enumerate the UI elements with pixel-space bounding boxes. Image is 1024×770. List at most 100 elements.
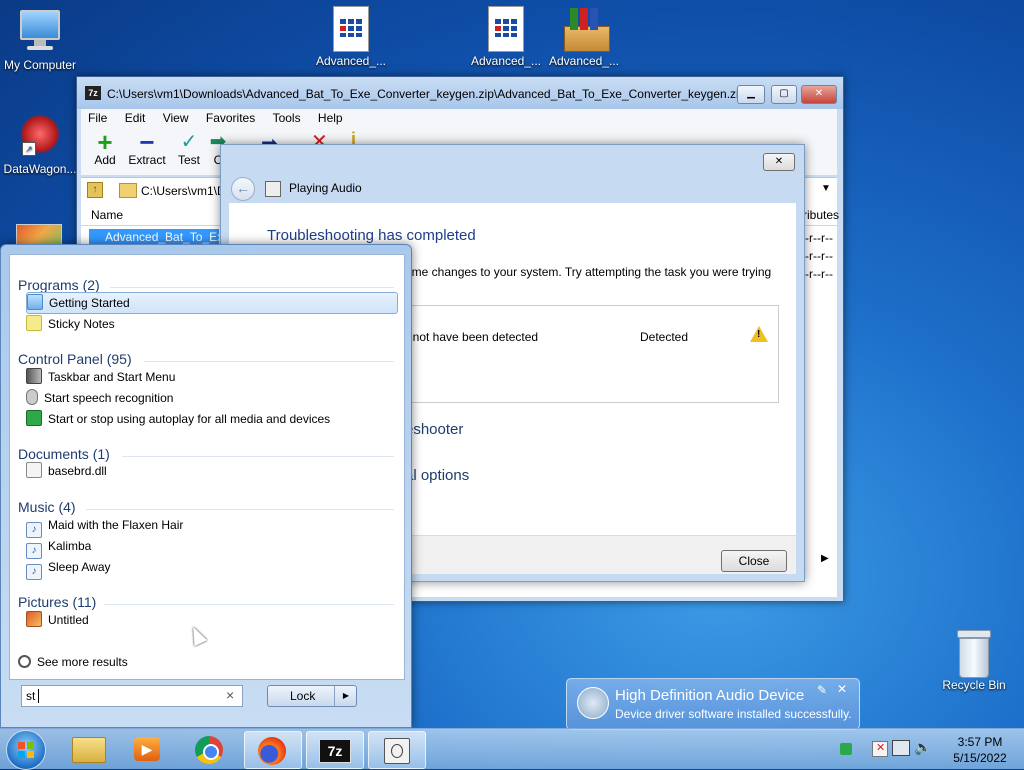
- desktop-icon-label: Advanced_...: [548, 54, 620, 68]
- taskbar-settings-icon: [26, 368, 42, 384]
- clock-date[interactable]: 5/15/2022: [950, 751, 1010, 765]
- taskbar-chrome[interactable]: [182, 731, 238, 767]
- add-button[interactable]: + Add: [83, 127, 127, 167]
- category-control-panel[interactable]: Control Panel (95): [18, 351, 132, 367]
- file-attr: -r--r--: [805, 267, 833, 281]
- desktop-icon-label: Advanced_...: [470, 54, 542, 68]
- issue-box: t not have been detected Detected !: [401, 305, 779, 403]
- close-dialog-button[interactable]: Close: [721, 550, 787, 572]
- minimize-button[interactable]: ▁: [737, 85, 765, 104]
- plus-icon: +: [97, 127, 113, 157]
- desktop-icon-label: Recycle Bin: [942, 678, 1006, 692]
- file-row-selected[interactable]: Advanced_Bat_To_Exe: [89, 229, 230, 245]
- address-dropdown-icon[interactable]: ▼: [821, 183, 831, 194]
- column-attributes[interactable]: ributes: [803, 208, 839, 222]
- search-results-pane: Programs (2) Getting Started Sticky Note…: [9, 254, 405, 680]
- troubleshooter-description: ome changes to your system. Try attempti…: [405, 265, 772, 279]
- category-documents[interactable]: Documents (1): [18, 446, 110, 462]
- action-center-flag-icon[interactable]: ✕: [872, 741, 888, 757]
- result-kalimba[interactable]: ♪ Kalimba: [26, 536, 396, 559]
- desktop-icon-advanced-2[interactable]: Advanced_...: [466, 6, 546, 68]
- sevenzip-app-icon: 7z: [85, 86, 101, 100]
- start-search-input[interactable]: st ×: [21, 685, 243, 707]
- category-music[interactable]: Music (4): [18, 499, 76, 515]
- extract-button[interactable]: − Extract: [125, 127, 169, 167]
- result-autoplay[interactable]: Start or stop using autoplay for all med…: [26, 409, 396, 429]
- firefox-icon: [258, 737, 286, 765]
- result-taskbar-start-menu[interactable]: Taskbar and Start Menu: [26, 367, 396, 387]
- music-file-icon: ♪: [26, 564, 42, 580]
- desktop-icon-advanced-3[interactable]: Advanced_...: [544, 6, 624, 68]
- run-troubleshooter-link[interactable]: eshooter: [405, 421, 463, 438]
- autoplay-icon: [26, 410, 42, 426]
- see-more-results-link[interactable]: See more results: [18, 655, 128, 669]
- desktop-icon-datawagon[interactable]: ↗ DataWagon...: [0, 114, 80, 176]
- notification-settings-icon[interactable]: ✎: [817, 683, 827, 697]
- result-maid-flaxen-hair[interactable]: ♪ Maid with the Flaxen Hair: [26, 515, 396, 538]
- device-install-tray-icon[interactable]: [840, 743, 852, 755]
- lock-options-arrow-icon[interactable]: ▶: [334, 686, 357, 706]
- menu-view[interactable]: View: [156, 109, 196, 127]
- taskbar-7zip[interactable]: 7z: [306, 731, 364, 769]
- menu-help[interactable]: Help: [311, 109, 350, 127]
- text-cursor: [38, 689, 39, 703]
- network-icon[interactable]: [892, 740, 910, 756]
- result-sticky-notes[interactable]: Sticky Notes: [26, 314, 396, 334]
- lock-button[interactable]: Lock ▶: [267, 685, 357, 707]
- file-attr: -r--r--: [805, 231, 833, 245]
- datawagon-icon: ↗: [20, 114, 60, 158]
- menu-favorites[interactable]: Favorites: [199, 109, 262, 127]
- menu-tools[interactable]: Tools: [266, 109, 308, 127]
- clock-time[interactable]: 3:57 PM: [950, 735, 1010, 749]
- media-player-icon: ▶: [134, 737, 160, 761]
- taskbar-troubleshooter[interactable]: [368, 731, 426, 769]
- troubleshooter-app-icon: [265, 181, 281, 197]
- taskbar-firefox[interactable]: [244, 731, 302, 769]
- sevenzip-titlebar[interactable]: 7z C:\Users\vm1\Downloads\Advanced_Bat_T…: [77, 77, 843, 109]
- column-name[interactable]: Name: [91, 208, 123, 222]
- menu-file[interactable]: File: [81, 109, 114, 127]
- file-name: Advanced_Bat_To_Exe: [105, 230, 230, 244]
- sticky-notes-icon: [26, 315, 42, 331]
- system-tray: ▲ ✕ 🔈 3:57 PM 5/15/2022: [834, 729, 1024, 769]
- sevenzip-menubar: File Edit View Favorites Tools Help: [81, 109, 837, 127]
- clear-search-icon[interactable]: ×: [226, 687, 234, 703]
- additional-options-link[interactable]: al options: [405, 467, 469, 484]
- result-getting-started[interactable]: Getting Started: [26, 292, 398, 314]
- back-arrow-icon[interactable]: ←: [231, 177, 255, 201]
- driver-installed-notification[interactable]: High Definition Audio Device Device driv…: [566, 678, 860, 730]
- windows-logo-icon: [18, 742, 34, 758]
- category-programs[interactable]: Programs (2): [18, 277, 100, 293]
- start-button[interactable]: [6, 730, 46, 770]
- desktop-icon-recycle-bin[interactable]: Recycle Bin: [934, 630, 1014, 692]
- desktop-icon-label: My Computer: [3, 58, 77, 72]
- result-speech-recognition[interactable]: Start speech recognition: [26, 388, 396, 408]
- result-untitled[interactable]: Untitled: [26, 610, 396, 630]
- troubleshooter-title: Playing Audio: [289, 181, 362, 195]
- menu-edit[interactable]: Edit: [118, 109, 153, 127]
- chrome-icon: [195, 736, 223, 764]
- taskbar-explorer[interactable]: [60, 731, 116, 767]
- magnifier-icon: [18, 655, 31, 668]
- up-folder-icon[interactable]: ↑: [87, 182, 103, 198]
- microphone-icon: [26, 389, 38, 405]
- notification-close-icon[interactable]: ✕: [837, 682, 847, 696]
- dialog-close-button[interactable]: ✕: [763, 153, 795, 171]
- result-basebrd-dll[interactable]: basebrd.dll: [26, 461, 396, 481]
- taskbar-media-player[interactable]: ▶: [120, 731, 176, 767]
- start-menu[interactable]: Programs (2) Getting Started Sticky Note…: [0, 244, 412, 728]
- desktop-icon-label: Advanced_...: [315, 54, 387, 68]
- sevenzip-title: C:\Users\vm1\Downloads\Advanced_Bat_To_E…: [107, 87, 749, 101]
- desktop-icon-advanced-1[interactable]: Advanced_...: [311, 6, 391, 68]
- desktop-icon-my-computer[interactable]: My Computer: [0, 10, 80, 72]
- scroll-right-icon[interactable]: ▶: [821, 553, 829, 564]
- troubleshooter-heading: Troubleshooting has completed: [267, 227, 476, 244]
- minus-icon: −: [139, 127, 155, 157]
- category-pictures[interactable]: Pictures (11): [18, 594, 96, 610]
- maximize-button[interactable]: ▢: [771, 85, 797, 104]
- address-path: C:\Users\vm1\D: [141, 184, 226, 198]
- close-button[interactable]: ✕: [801, 85, 837, 104]
- volume-icon[interactable]: 🔈: [914, 739, 931, 756]
- issue-status: Detected: [640, 330, 689, 344]
- result-sleep-away[interactable]: ♪ Sleep Away: [26, 557, 396, 580]
